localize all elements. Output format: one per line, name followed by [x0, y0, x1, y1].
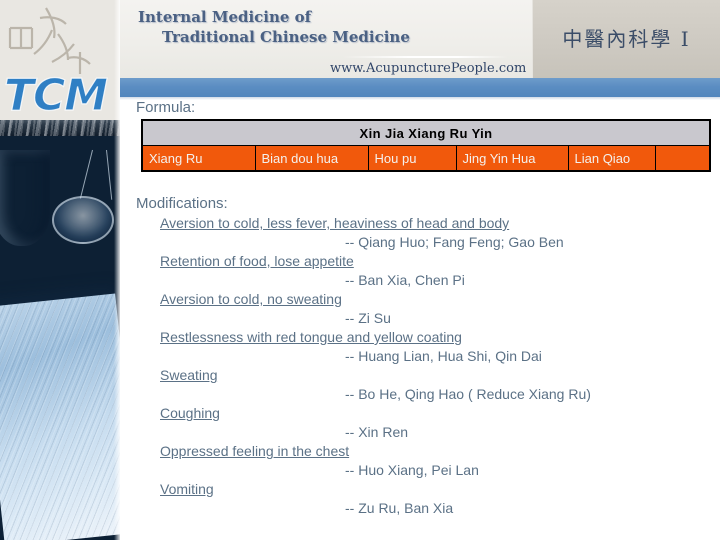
modification-herbs-row: -- Huo Xiang, Pei Lan: [136, 461, 716, 480]
formula-table-title-row: Xin Jia Xiang Ru Yin: [141, 119, 711, 146]
modifications-label: Modifications:: [136, 195, 228, 212]
modification-symptom-row: Aversion to cold, no sweating: [136, 290, 716, 309]
sidebar-scale-pan: [52, 196, 114, 244]
svg-text:TCM: TCM: [4, 70, 107, 120]
slide-canvas: TCM TCM 中醫內科學 I Internal Medicine of Tra…: [0, 0, 720, 540]
modification-entry: Aversion to cold, less fever, heaviness …: [136, 214, 716, 252]
modification-symptom: Aversion to cold, no sweating: [160, 291, 342, 307]
modification-entry: Coughing -- Xin Ren: [136, 404, 716, 442]
formula-label: Formula:: [136, 99, 196, 116]
modification-symptom-row: Oppressed feeling in the chest: [136, 442, 716, 461]
formula-ingredient-cell: Hou pu: [367, 145, 457, 172]
formula-table-head: Xin Jia Xiang Ru Yin: [141, 119, 711, 146]
modification-symptom-row: Vomiting: [136, 480, 716, 499]
modification-herbs-row: -- Bo He, Qing Hao ( Reduce Xiang Ru): [136, 385, 716, 404]
modification-entry: Oppressed feeling in the chest -- Huo Xia…: [136, 442, 716, 480]
formula-ingredient-cell: [654, 145, 711, 172]
chinese-title: 中醫內科學 I: [562, 27, 691, 51]
modification-symptom: Vomiting: [160, 481, 214, 497]
modification-symptom: Oppressed feeling in the chest: [160, 443, 350, 459]
modification-entry: Vomiting -- Zu Ru, Ban Xia: [136, 480, 716, 518]
sidebar-cloth-shape: [0, 293, 120, 540]
header-title-line1: Internal Medicine of: [138, 8, 312, 26]
modification-herbs: -- Huang Lian, Hua Shi, Qin Dai: [345, 348, 542, 364]
modification-herbs: -- Zu Ru, Ban Xia: [345, 500, 454, 516]
modification-herbs: -- Qiang Huo; Fang Feng; Gao Ben: [345, 234, 564, 250]
table-row: Xiang Ru Bian dou hua Hou pu Jing Yin Hua Li…: [141, 145, 711, 172]
modification-symptom-row: Sweating: [136, 366, 716, 385]
modification-entry: Restlessness with red tongue and yellow …: [136, 328, 716, 366]
modification-symptom: Aversion to cold, less fever, heaviness …: [160, 215, 510, 231]
modification-symptom-row: Coughing: [136, 404, 716, 423]
modification-entry: Sweating -- Bo He, Qing Hao ( Reduce Xian…: [136, 366, 716, 404]
header-website-url: www.AcupuncturePeople.com: [330, 61, 527, 76]
modification-herbs-row: -- Ban Xia, Chen Pi: [136, 271, 716, 290]
header-accent-band-shadow: [120, 97, 720, 100]
modification-herbs: -- Huo Xiang, Pei Lan: [345, 462, 479, 478]
formula-name: Xin Jia Xiang Ru Yin: [141, 119, 711, 146]
formula-ingredient-cell: Xiang Ru: [141, 145, 256, 172]
modification-symptom: Retention of food, lose appetite: [160, 253, 354, 269]
modification-herbs: -- Zi Su: [345, 310, 391, 326]
formula-ingredient-cell: Bian dou hua: [254, 145, 369, 172]
modification-herbs-row: -- Xin Ren: [136, 423, 716, 442]
modification-herbs-row: -- Zi Su: [136, 309, 716, 328]
formula-ingredient-cell: Jing Yin Hua: [455, 145, 569, 172]
header-divider: [342, 56, 508, 58]
slide-header: 中醫內科學 I Internal Medicine of Traditional…: [120, 0, 720, 78]
modification-herbs: -- Xin Ren: [345, 424, 409, 440]
formula-ingredient-cell: Lian Qiao: [567, 145, 656, 172]
tcm-logo: TCM TCM: [0, 0, 120, 120]
modification-entry: Aversion to cold, no sweating -- Zi Su: [136, 290, 716, 328]
header-title-line2: Traditional Chinese Medicine: [162, 28, 410, 46]
modification-symptom-row: Aversion to cold, less fever, heaviness …: [136, 214, 716, 233]
modification-symptom: Restlessness with red tongue and yellow …: [160, 329, 462, 345]
modifications-list: Aversion to cold, less fever, heaviness …: [136, 214, 716, 518]
sidebar-photo-strip: TCM TCM: [0, 0, 120, 540]
modification-herbs-row: -- Qiang Huo; Fang Feng; Gao Ben: [136, 233, 716, 252]
modification-symptom-row: Retention of food, lose appetite: [136, 252, 716, 271]
modification-herbs-row: -- Zu Ru, Ban Xia: [136, 499, 716, 518]
modification-symptom-row: Restlessness with red tongue and yellow …: [136, 328, 716, 347]
modification-symptom: Coughing: [160, 405, 220, 421]
chinese-title-panel: 中醫內科學 I: [532, 0, 720, 78]
formula-table: Xin Jia Xiang Ru Yin Xiang Ru Bian dou hu…: [141, 119, 712, 172]
modification-symptom: Sweating: [160, 367, 218, 383]
modification-herbs-row: -- Huang Lian, Hua Shi, Qin Dai: [136, 347, 716, 366]
sidebar-jar-shape: [0, 150, 50, 246]
modification-entry: Retention of food, lose appetite -- Ban X…: [136, 252, 716, 290]
modification-herbs: -- Ban Xia, Chen Pi: [345, 272, 465, 288]
header-accent-band: [120, 78, 720, 97]
formula-table-body: Xiang Ru Bian dou hua Hou pu Jing Yin Hua Li…: [141, 145, 711, 172]
modification-herbs: -- Bo He, Qing Hao ( Reduce Xiang Ru): [345, 386, 591, 402]
